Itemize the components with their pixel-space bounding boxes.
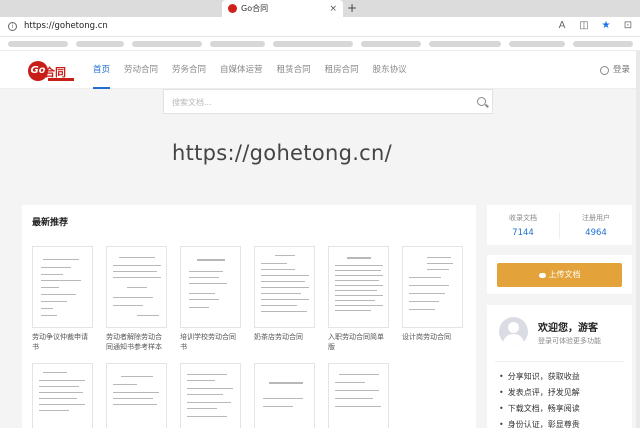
benefit-item: 分享知识，获取收益 — [499, 369, 580, 385]
doc-thumbnail[interactable] — [254, 246, 315, 328]
upload-button[interactable]: 上传文档 — [497, 263, 622, 287]
avatar[interactable] — [499, 317, 528, 346]
doc-title[interactable]: 入职劳动合同简单版 — [328, 332, 389, 352]
page-scrollbar[interactable] — [636, 51, 640, 428]
stat-docs-value: 7144 — [512, 228, 534, 238]
stat-docs-label: 收录文档 — [509, 214, 537, 222]
site-info-icon[interactable]: i — [8, 22, 17, 31]
doc-card[interactable] — [328, 363, 389, 428]
new-tab-icon[interactable]: + — [345, 0, 359, 17]
doc-card[interactable]: 劳动者解除劳动合同通知书参考样本 — [106, 246, 167, 352]
doc-title[interactable]: 设计岗劳动合同 — [402, 332, 463, 342]
doc-card[interactable] — [106, 363, 167, 428]
upload-label: 上传文档 — [548, 270, 581, 279]
doc-card[interactable]: 劳动争议仲裁申请书 — [32, 246, 93, 352]
collections-icon[interactable]: ⊡ — [622, 20, 634, 31]
doc-thumbnail[interactable] — [106, 246, 167, 328]
benefit-item: 下载文档，畅享阅读 — [499, 401, 580, 417]
latest-recommend-card: 最新推荐 劳动争议仲裁申请书 劳动者解除劳动合同通知书参考样本 培训学校劳动合同… — [22, 205, 476, 428]
address-bar: i https://gohetong.cn A ◫ ★ ⊡ — [0, 17, 640, 37]
split-screen-icon[interactable]: ◫ — [578, 20, 590, 31]
doc-thumbnail[interactable] — [328, 246, 389, 328]
doc-title[interactable]: 劳动争议仲裁申请书 — [32, 332, 93, 352]
benefit-item: 发表点评，抒发见解 — [499, 385, 580, 401]
benefit-item: 身份认证，彰显尊贵 — [499, 417, 580, 428]
site-favicon-icon — [228, 4, 237, 13]
doc-thumbnail[interactable] — [180, 363, 241, 428]
doc-title[interactable]: 劳动者解除劳动合同通知书参考样本 — [106, 332, 167, 352]
tab-title: Go合同 — [241, 4, 269, 13]
site-logo[interactable]: Go 合同 — [28, 61, 76, 83]
doc-thumbnail[interactable] — [180, 246, 241, 328]
url-field[interactable]: https://gohetong.cn — [24, 21, 108, 31]
bookmark-item[interactable] — [132, 41, 202, 47]
browser-tab-bar: Go合同 × + — [0, 0, 640, 17]
nav-item-labor-contract[interactable]: 劳动合同 — [117, 51, 165, 89]
bookmark-item[interactable] — [573, 41, 633, 47]
address-bar-actions: A ◫ ★ ⊡ — [556, 20, 634, 31]
doc-thumbnail[interactable] — [32, 363, 93, 428]
doc-card[interactable] — [180, 363, 241, 428]
search-box — [163, 89, 493, 114]
site-stats-card: 收录文档 7144 注册用户 4964 — [487, 205, 632, 245]
tab-close-icon[interactable]: × — [329, 4, 337, 14]
site-header: Go 合同 首页 劳动合同 劳务合同 自媒体运营 租赁合同 租房合同 股东协议 … — [0, 51, 640, 89]
nav-item-self-media[interactable]: 自媒体运营 — [213, 51, 270, 89]
doc-thumbnail[interactable] — [32, 246, 93, 328]
doc-card[interactable]: 设计岗劳动合同 — [402, 246, 463, 342]
doc-thumbnail[interactable] — [254, 363, 315, 428]
bookmark-item[interactable] — [509, 41, 565, 47]
nav-item-lease-contract[interactable]: 租赁合同 — [270, 51, 318, 89]
logo-underline — [48, 78, 74, 81]
section-title: 最新推荐 — [32, 218, 69, 228]
nav-item-service-contract[interactable]: 劳务合同 — [165, 51, 213, 89]
read-aloud-icon[interactable]: A — [556, 20, 568, 31]
nav-item-home[interactable]: 首页 — [86, 51, 117, 89]
bookmark-item[interactable] — [8, 41, 68, 47]
welcome-subtitle: 登录可体验更多功能 — [538, 337, 601, 345]
upload-card: 上传文档 — [487, 255, 632, 294]
stat-users-value: 4964 — [585, 228, 607, 238]
watermark-url: https://gohetong.cn/ — [172, 141, 393, 165]
stat-users: 注册用户 4964 — [560, 213, 632, 238]
doc-card[interactable]: 培训学校劳动合同书 — [180, 246, 241, 352]
login-label: 登录 — [612, 65, 630, 75]
doc-title[interactable]: 培训学校劳动合同书 — [180, 332, 241, 352]
nav-item-rental-contract[interactable]: 租房合同 — [318, 51, 366, 89]
doc-thumbnail[interactable] — [106, 363, 167, 428]
bookmark-item[interactable] — [429, 41, 501, 47]
bookmark-item[interactable] — [76, 41, 124, 47]
user-icon — [599, 65, 609, 75]
welcome-card: 欢迎您，游客 登录可体验更多功能 分享知识，获取收益 发表点评，抒发见解 下载文… — [487, 305, 632, 428]
browser-tab[interactable]: Go合同 × — [222, 0, 343, 17]
bookmarks-bar — [0, 37, 640, 51]
doc-card[interactable]: 奶茶店劳动合同 — [254, 246, 315, 342]
search-icon[interactable] — [477, 97, 486, 106]
favorite-star-icon[interactable]: ★ — [600, 20, 612, 31]
main-nav: 首页 劳动合同 劳务合同 自媒体运营 租赁合同 租房合同 股东协议 — [86, 51, 414, 89]
upload-cloud-icon — [538, 272, 546, 278]
doc-thumbnail[interactable] — [402, 246, 463, 328]
bookmark-item[interactable] — [273, 41, 353, 47]
avatar-body — [503, 334, 524, 346]
doc-card[interactable]: 入职劳动合同简单版 — [328, 246, 389, 352]
stat-users-label: 注册用户 — [582, 214, 610, 222]
doc-card[interactable] — [32, 363, 93, 428]
welcome-divider — [495, 361, 624, 362]
benefit-list: 分享知识，获取收益 发表点评，抒发见解 下载文档，畅享阅读 身份认证，彰显尊贵 — [499, 369, 580, 428]
stat-docs: 收录文档 7144 — [487, 213, 559, 238]
avatar-head — [508, 322, 519, 333]
doc-title[interactable]: 奶茶店劳动合同 — [254, 332, 315, 342]
welcome-title: 欢迎您，游客 — [538, 323, 598, 334]
search-input[interactable] — [164, 91, 464, 114]
bookmark-item[interactable] — [361, 41, 421, 47]
nav-item-shareholder-agreement[interactable]: 股东协议 — [366, 51, 414, 89]
bookmark-item[interactable] — [210, 41, 265, 47]
doc-thumbnail[interactable] — [328, 363, 389, 428]
login-link[interactable]: 登录 — [599, 51, 630, 89]
doc-card[interactable] — [254, 363, 315, 428]
